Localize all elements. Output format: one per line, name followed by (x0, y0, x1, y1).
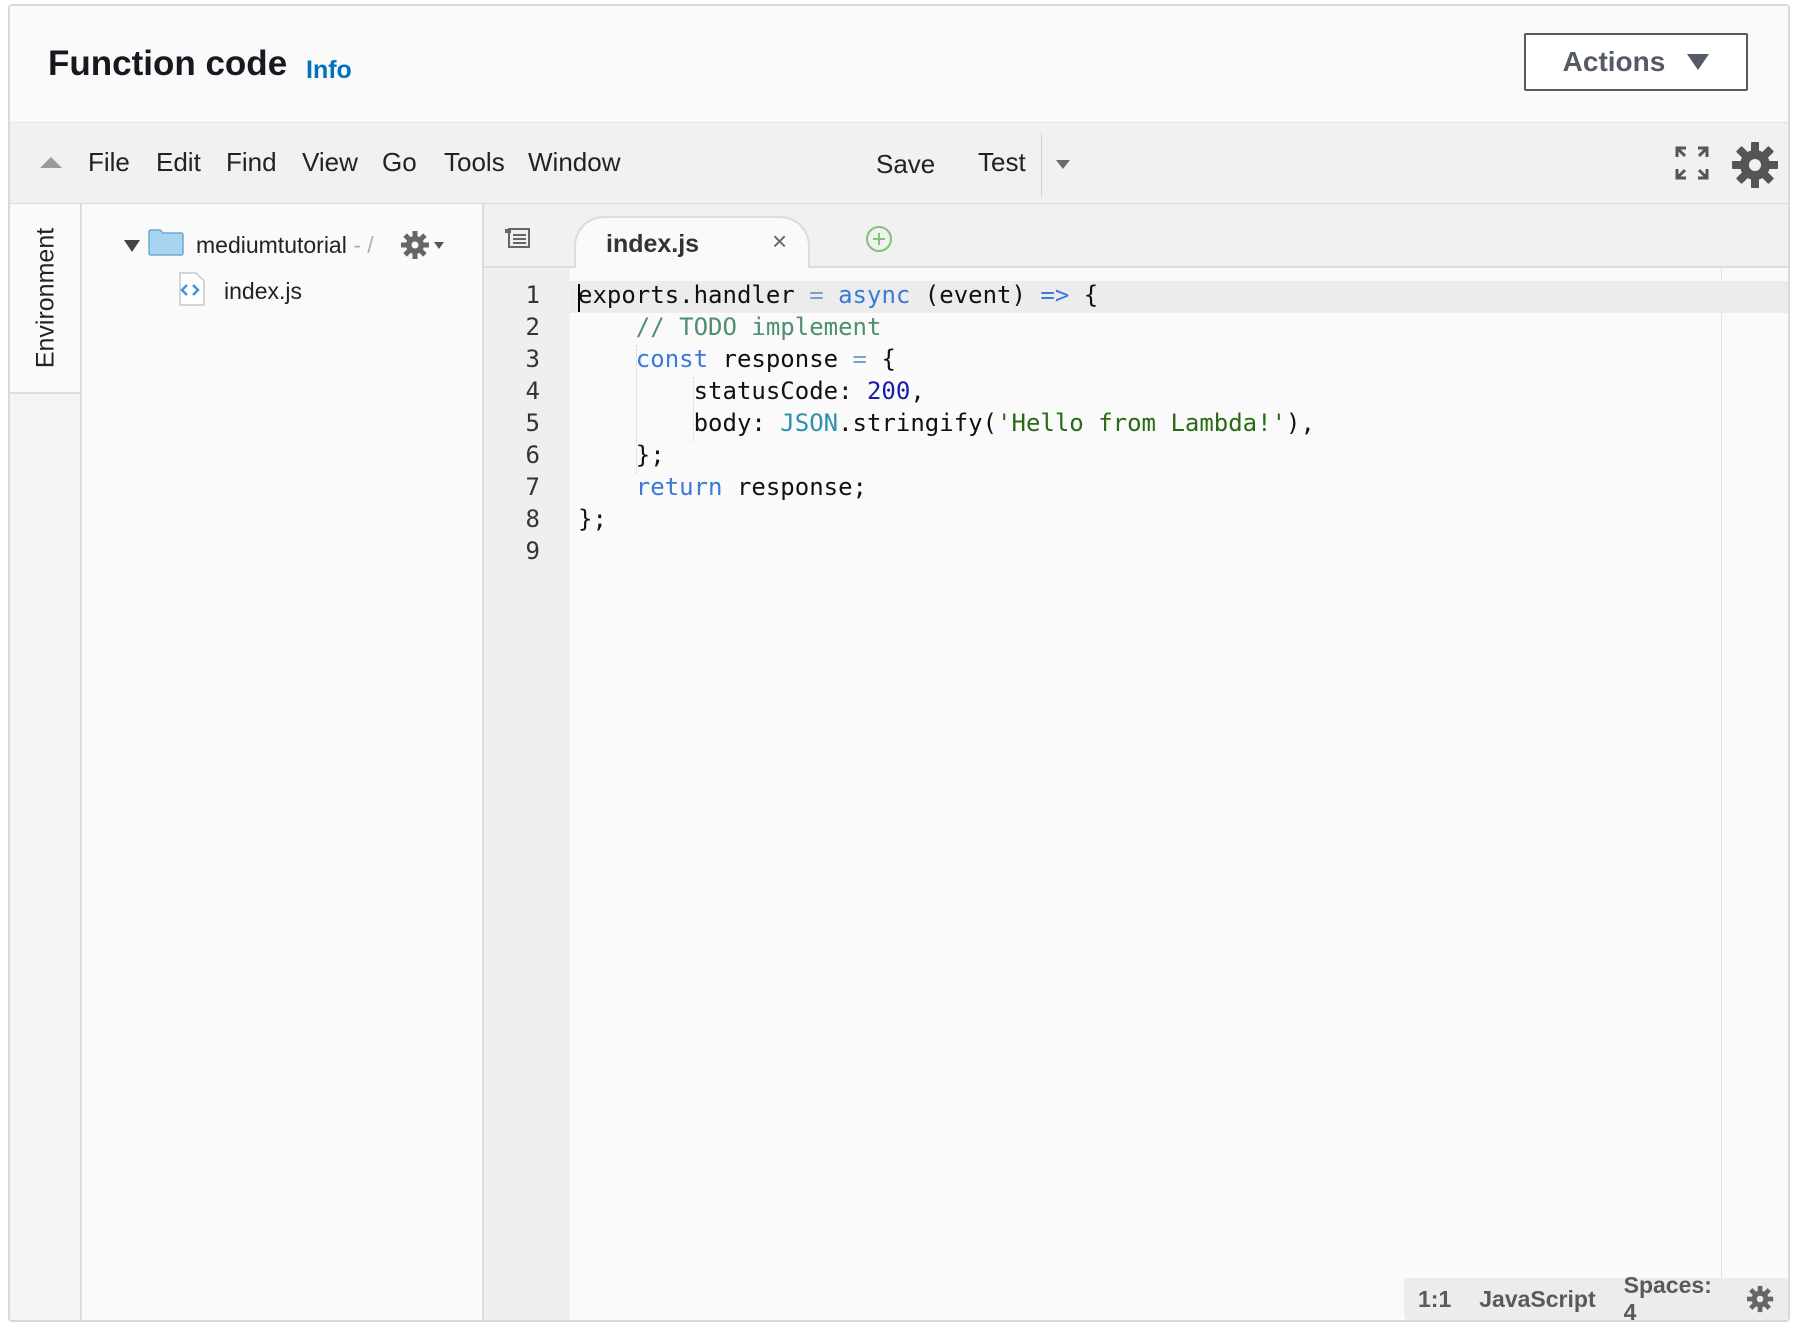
tab-index-js[interactable]: index.js × (574, 216, 810, 268)
fullscreen-icon[interactable] (1674, 145, 1710, 181)
line-number: 5 (525, 409, 540, 437)
test-dropdown-icon[interactable] (1056, 160, 1070, 169)
folder-name-label: mediumtutorial (196, 232, 347, 258)
function-code-panel: Function code Info Actions File Edit Fin… (8, 4, 1790, 1322)
editor-tabstrip: index.js × (484, 204, 1788, 268)
code-line-7: return response; (635, 473, 867, 501)
language-mode[interactable]: JavaScript (1479, 1286, 1595, 1313)
ide-menubar: File Edit Find View Go Tools Window Save… (10, 122, 1788, 205)
environment-label: Environment (31, 227, 60, 369)
left-rail: Environment (10, 204, 82, 1320)
caret-down-icon (1687, 54, 1710, 70)
menu-find[interactable]: Find (226, 147, 277, 178)
folder-expand-icon[interactable] (124, 240, 140, 252)
line-number-gutter: 1 2 3 4 5 6 7 8 9 (484, 268, 570, 1320)
gear-icon[interactable] (1730, 140, 1780, 190)
code-line-5: body: JSON.stringify('Hello from Lambda!… (693, 409, 1315, 437)
line-number: 4 (525, 377, 540, 405)
file-tree: mediumtutorial - / index.js (82, 204, 484, 1320)
folder-item[interactable]: mediumtutorial - / (196, 232, 374, 259)
actions-button[interactable]: Actions (1524, 33, 1748, 91)
line-number: 8 (525, 505, 540, 533)
line-number: 2 (525, 313, 540, 341)
test-button[interactable]: Test (978, 147, 1026, 178)
tab-label: index.js (606, 230, 700, 258)
menu-go[interactable]: Go (382, 147, 417, 178)
code-line-6: }; (635, 441, 665, 469)
cursor-position[interactable]: 1:1 (1418, 1286, 1451, 1313)
code-line-1: exports.handler = async (event) => { (578, 281, 1099, 309)
file-item-index-js[interactable]: index.js (224, 278, 302, 305)
environment-tab[interactable]: Environment (10, 204, 80, 394)
line-number: 7 (525, 473, 540, 501)
tree-gear-caret-icon[interactable] (434, 242, 444, 249)
status-gear-icon[interactable] (1746, 1283, 1774, 1315)
actions-button-label: Actions (1562, 46, 1666, 77)
line-number: 9 (525, 537, 540, 565)
collapse-up-icon[interactable] (40, 157, 62, 168)
line-number: 3 (525, 345, 540, 373)
menu-view[interactable]: View (302, 147, 358, 178)
menu-edit[interactable]: Edit (156, 147, 201, 178)
editor-statusbar: 1:1 JavaScript Spaces: 4 (1404, 1272, 1788, 1320)
code-line-3: const response = { (635, 345, 896, 373)
code-text-area[interactable]: exports.handler = async (event) => { // … (570, 268, 1788, 1320)
page-title: Function code (48, 44, 288, 83)
info-link[interactable]: Info (306, 56, 352, 85)
menubar-divider (1041, 133, 1042, 197)
code-line-8: }; (578, 505, 607, 533)
menu-tools[interactable]: Tools (444, 147, 505, 178)
new-tab-icon[interactable] (864, 224, 894, 254)
code-line-4: statusCode: 200, (693, 377, 925, 405)
js-file-icon (179, 272, 205, 306)
folder-path-suffix: - / (346, 232, 374, 258)
save-button[interactable]: Save (876, 149, 935, 180)
tab-list-icon[interactable] (504, 226, 532, 250)
panel-header: Function code Info Actions (10, 6, 1788, 120)
menu-window[interactable]: Window (528, 147, 620, 178)
code-editor: index.js × 1 2 3 4 5 6 7 8 9 exports.han (484, 204, 1788, 1320)
code-line-2: // TODO implement (635, 313, 882, 341)
tree-gear-icon[interactable] (400, 230, 430, 260)
menu-file[interactable]: File (88, 147, 130, 178)
text-cursor (578, 284, 580, 312)
folder-icon (148, 229, 184, 256)
line-number: 1 (525, 281, 540, 309)
close-icon[interactable]: × (772, 226, 787, 257)
indent-setting[interactable]: Spaces: 4 (1624, 1272, 1718, 1320)
line-number: 6 (525, 441, 540, 469)
